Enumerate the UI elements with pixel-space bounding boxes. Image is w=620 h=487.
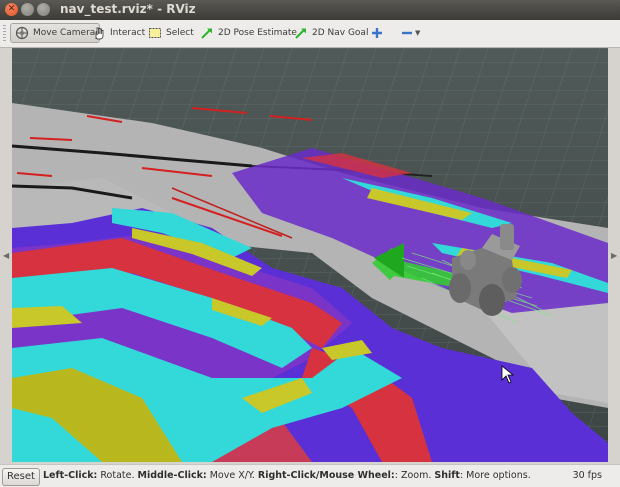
reset-button[interactable]: Reset: [2, 468, 40, 486]
nav-goal-label: 2D Nav Goal: [312, 28, 369, 38]
minimize-window-button[interactable]: [21, 3, 34, 16]
interact-tool[interactable]: Interact: [88, 23, 149, 43]
select-label: Select: [166, 28, 194, 38]
chevron-right-icon: ▶: [611, 251, 618, 260]
select-tool[interactable]: Select: [144, 23, 198, 43]
chevron-down-icon: ▼: [415, 29, 421, 37]
hint-middle-action: Move X/Y.: [206, 470, 258, 481]
mouse-hint-text: Left-Click: Rotate. Middle-Click: Move X…: [43, 470, 531, 481]
maximize-window-button[interactable]: [37, 3, 50, 16]
hint-left-click: Left-Click:: [43, 470, 98, 481]
interact-label: Interact: [110, 28, 146, 38]
move-camera-label: Move Camera: [33, 28, 96, 38]
select-icon: [148, 26, 162, 40]
toolbar-grip[interactable]: [3, 25, 6, 42]
hand-icon: [92, 26, 106, 40]
left-panel-handle[interactable]: ◀: [2, 48, 10, 462]
window-title: nav_test.rviz* - RViz: [60, 2, 196, 16]
close-window-button[interactable]: ✕: [5, 3, 18, 16]
hint-shift: Shift: [434, 470, 460, 481]
hint-middle-click: Middle-Click:: [137, 470, 207, 481]
add-tool-button[interactable]: [366, 23, 388, 43]
nav-goal-tool[interactable]: 2D Nav Goal: [290, 23, 372, 43]
pose-estimate-tool[interactable]: 2D Pose Estimate: [196, 23, 301, 43]
chevron-left-icon: ◀: [3, 251, 10, 260]
hint-right-action: : Zoom.: [394, 470, 435, 481]
green-arrow-icon: [200, 26, 214, 40]
move-camera-tool[interactable]: Move Camera: [10, 23, 101, 43]
hint-right-click: Right-Click/Mouse Wheel:: [257, 470, 395, 481]
title-bar: ✕ nav_test.rviz* - RViz: [0, 0, 620, 20]
minus-icon: [400, 26, 414, 40]
move-camera-icon: [15, 26, 29, 40]
plus-icon: [370, 26, 384, 40]
rviz-window: ✕ nav_test.rviz* - RViz Move Camera Inte…: [0, 0, 620, 487]
status-bar: Reset Left-Click: Rotate. Middle-Click: …: [0, 464, 620, 487]
hint-shift-action: : More options.: [459, 470, 531, 481]
right-panel-handle[interactable]: ▶: [610, 48, 618, 462]
pose-estimate-label: 2D Pose Estimate: [218, 28, 297, 38]
fps-counter: 30 fps: [572, 470, 602, 481]
hint-left-action: Rotate.: [97, 470, 138, 481]
remove-tool-button[interactable]: ▼: [396, 23, 424, 43]
scene-canvas: [12, 48, 608, 462]
3d-render-view[interactable]: [12, 48, 608, 462]
green-arrow-icon: [294, 26, 308, 40]
tool-bar: Move Camera Interact Select 2D Pose Esti…: [0, 20, 620, 48]
